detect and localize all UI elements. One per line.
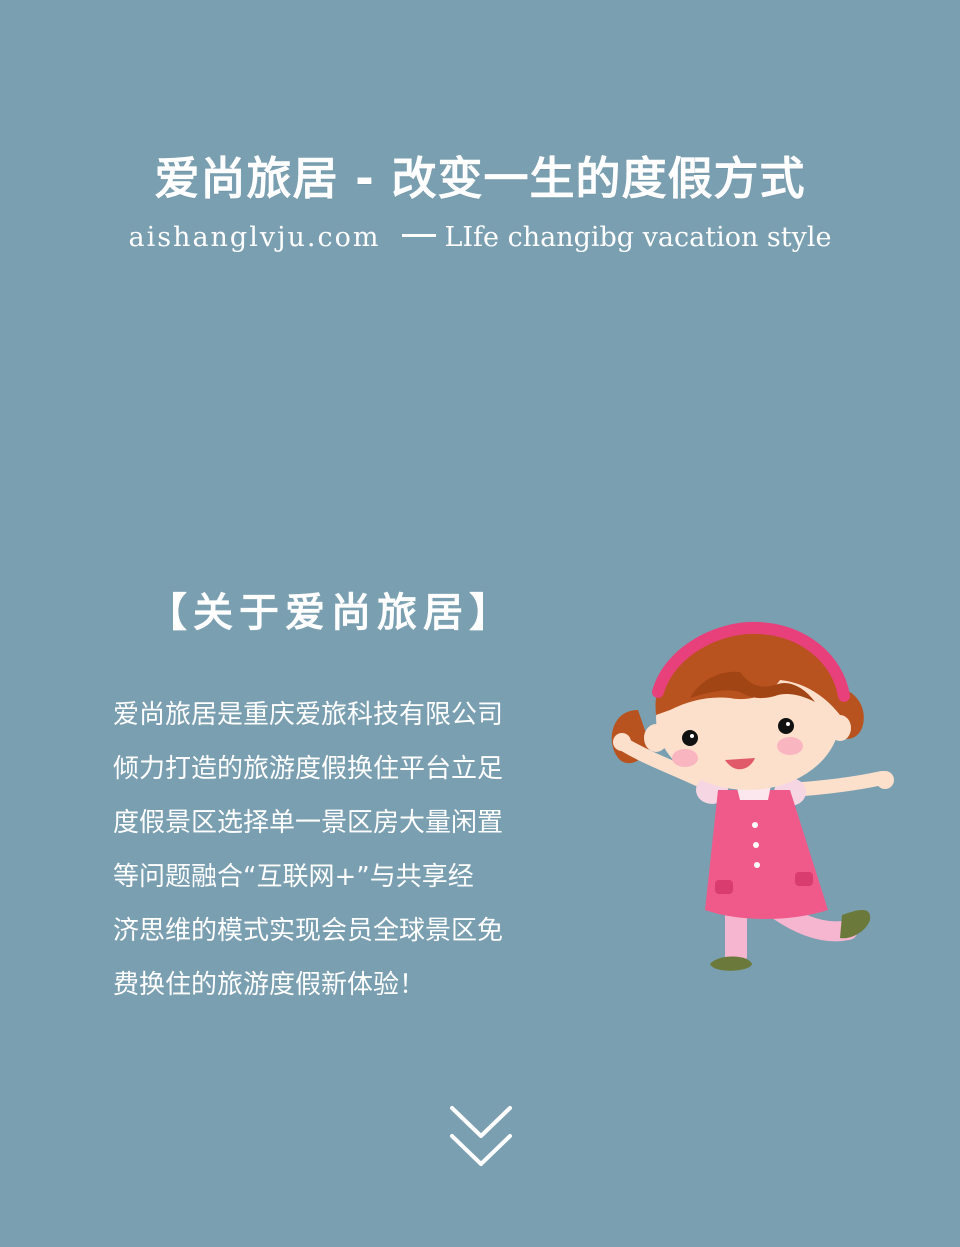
about-line: 倾力打造的旅游度假换住平台立足 (113, 754, 504, 784)
about-line: 等问题融合“互联网+”与共享经 (113, 862, 474, 892)
about-section-title: 【关于爱尚旅居】 (147, 590, 515, 636)
cartoon-girl-illustration (611, 621, 894, 971)
about-description: 爱尚旅居是重庆爱旅科技有限公司 倾力打造的旅游度假换住平台立足 度假景区选择单一… (113, 688, 543, 1012)
dash-divider (402, 234, 437, 237)
site-domain: aishanglvju.com (128, 222, 381, 253)
about-line: 爱尚旅居是重庆爱旅科技有限公司 (113, 700, 504, 730)
about-line: 费换住的旅游度假新体验！ (113, 970, 426, 1000)
hero-title: 爱尚旅居 - 改变一生的度假方式 (154, 152, 806, 205)
about-line: 济思维的模式实现会员全球景区免 (113, 916, 504, 946)
page-background: 爱尚旅居 - 改变一生的度假方式 aishanglvju.com LIfe cha… (0, 0, 960, 1247)
double-chevron-down-icon[interactable] (448, 1102, 514, 1172)
hero-subtitle: aishanglvju.com LIfe changibg vacation st… (0, 222, 960, 253)
site-tagline: LIfe changibg vacation style (444, 222, 832, 253)
about-line: 度假景区选择单一景区房大量闲置 (113, 808, 504, 838)
